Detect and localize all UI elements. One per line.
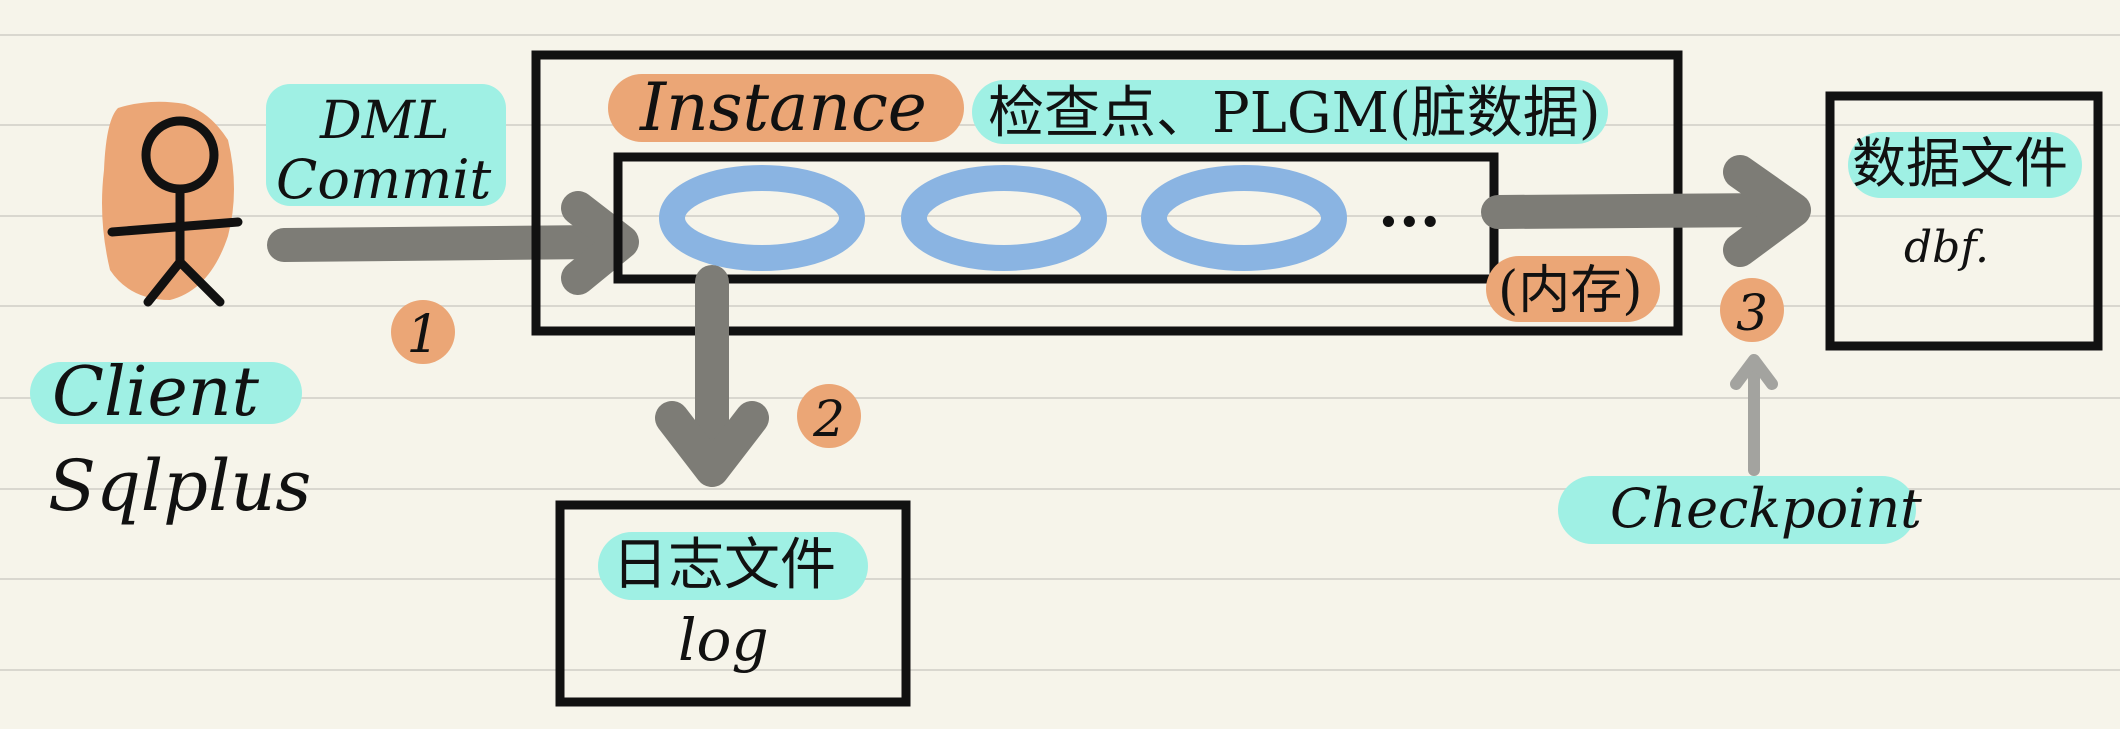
client-tool-label: Sqlplus [48,445,311,527]
svg-text:3: 3 [1736,284,1768,342]
svg-text:Commit: Commit [276,148,492,211]
client-label: Client [30,353,302,432]
svg-text:Checkpoint: Checkpoint [1610,477,1922,540]
svg-text:Client: Client [52,353,260,432]
checkpoint-arrow [1730,354,1778,476]
step-2-badge: 2 [797,384,861,448]
buffer-ellipsis: ... [1378,171,1441,241]
write-arrow [267,191,639,295]
log-write-arrow [655,265,769,487]
dml-commit-label: DML Commit [266,84,506,211]
step-3-badge: 3 [1720,278,1784,342]
checkpoint-label: Checkpoint [1558,476,1922,544]
buffer-block [901,165,1107,271]
svg-text:数据文件: 数据文件 [1852,132,2068,195]
architecture-diagram: Client Sqlplus DML Commit 1 Instance 检查点… [30,50,2103,707]
buffer-block [1141,165,1347,271]
instance-note: 检查点、PLGM(脏数据) [972,80,1608,146]
svg-text:DML: DML [319,91,449,151]
step-1-badge: 1 [391,300,455,365]
log-file-title: 日志文件 [598,532,868,600]
svg-text:(内存): (内存) [1498,261,1643,321]
svg-text:2: 2 [812,390,845,448]
log-file-ext: log [678,606,769,674]
flush-arrow [1481,155,1811,267]
svg-text:日志文件: 日志文件 [612,533,836,598]
instance-label: Instance [608,69,964,146]
svg-text:检查点、PLGM(脏数据): 检查点、PLGM(脏数据) [988,81,1601,146]
client-actor [102,101,243,307]
buffer-blocks [659,165,1347,271]
buffer-block [659,165,865,271]
data-file-ext: dbf. [1904,222,1989,273]
data-file-title: 数据文件 [1848,132,2082,198]
memory-label: (内存) [1486,256,1660,322]
svg-text:1: 1 [406,305,439,365]
svg-text:Instance: Instance [639,69,927,146]
